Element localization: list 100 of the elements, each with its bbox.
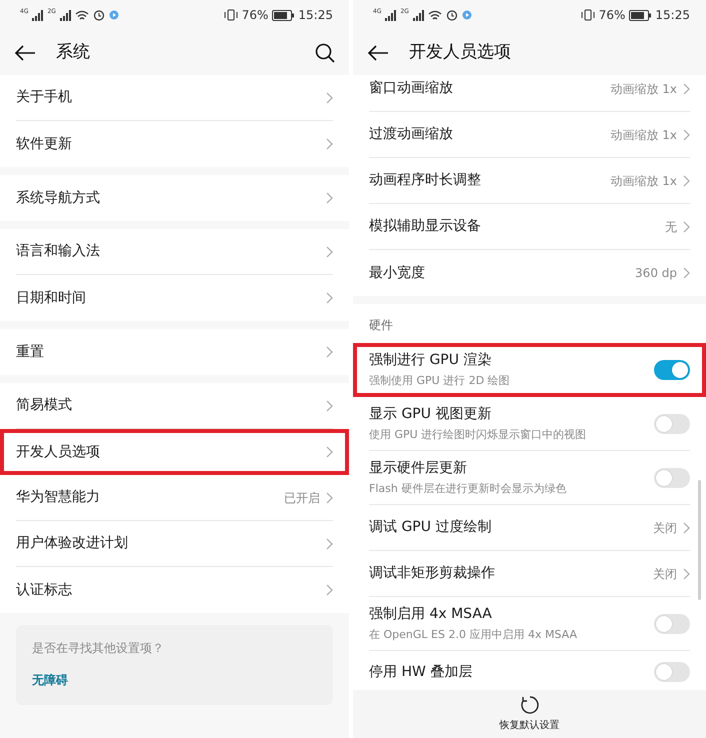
- settings-row[interactable]: 最小宽度 360 dp: [353, 250, 706, 296]
- settings-row[interactable]: 调试 GPU 过度绘制 关闭: [353, 505, 706, 551]
- toggle-switch[interactable]: [654, 468, 690, 488]
- settings-row[interactable]: 过渡动画缩放 动画缩放 1x: [353, 112, 706, 158]
- row-description: 强制使用 GPU 进行 2D 绘图: [369, 373, 510, 390]
- toggle-switch[interactable]: [654, 360, 690, 380]
- chevron-right-icon: [326, 246, 333, 258]
- clock-time: 15:25: [655, 7, 690, 24]
- row-label: 语言和输入法: [16, 242, 100, 261]
- row-description: Flash 硬件层在进行更新时会显示为绿色: [369, 480, 566, 497]
- chevron-right-icon: [683, 128, 690, 140]
- settings-row[interactable]: 调试非矩形剪裁操作 关闭: [353, 551, 706, 597]
- alarm-clock-icon: [446, 9, 458, 21]
- chevron-right-icon: [326, 346, 333, 358]
- chevron-right-icon: [326, 92, 333, 104]
- row-value: 动画缩放 1x: [610, 172, 677, 190]
- toggle-switch[interactable]: [654, 414, 690, 434]
- wifi-icon: [428, 10, 442, 20]
- chevron-right-icon: [326, 446, 333, 458]
- settings-row[interactable]: 系统导航方式: [0, 175, 349, 221]
- row-label: 显示 GPU 视图更新: [369, 404, 492, 424]
- row-label: 认证标志: [16, 580, 72, 600]
- chevron-right-icon: [326, 292, 333, 304]
- settings-row[interactable]: 语言和输入法: [0, 229, 349, 275]
- settings-row[interactable]: 窗口动画缩放 动画缩放 1x: [353, 75, 706, 112]
- settings-row[interactable]: 强制进行 GPU 渲染 强制使用 GPU 进行 2D 绘图: [353, 343, 706, 397]
- row-value: 动画缩放 1x: [610, 126, 677, 144]
- clock-time: 15:25: [298, 7, 333, 24]
- chevron-right-icon: [326, 192, 333, 204]
- row-label: 强制启用 4x MSAA: [369, 604, 493, 624]
- row-label: 窗口动画缩放: [369, 79, 453, 98]
- settings-row[interactable]: 模拟辅助显示设备 无: [353, 204, 706, 250]
- row-label: 过渡动画缩放: [369, 125, 453, 144]
- settings-row[interactable]: 停用 HW 叠加层: [353, 651, 706, 690]
- row-label: 停用 HW 叠加层: [369, 662, 472, 682]
- signal-icon: [412, 10, 424, 20]
- alarm-clock-icon: [92, 9, 105, 21]
- vibrate-icon: [224, 9, 238, 21]
- restore-defaults-button[interactable]: 恢复默认设置: [494, 693, 566, 735]
- page-title: 开发人员选项: [409, 40, 511, 64]
- row-value: 无: [665, 218, 677, 236]
- toggle-switch[interactable]: [654, 614, 690, 634]
- signal-icon: [32, 10, 44, 20]
- signal-icon: [60, 10, 71, 20]
- row-description: 使用 GPU 进行绘图时闪烁显示窗口中的视图: [369, 426, 586, 443]
- row-label: 系统导航方式: [16, 188, 100, 208]
- row-value: 已开启: [284, 490, 320, 506]
- settings-row[interactable]: 用户体验改进计划: [0, 521, 349, 567]
- row-label: 动画程序时长调整: [369, 171, 481, 190]
- chevron-right-icon: [683, 522, 690, 534]
- battery-icon: [629, 10, 652, 20]
- app-notification-icon: [108, 10, 119, 20]
- row-label: 强制进行 GPU 渲染: [369, 351, 492, 370]
- wifi-icon: [74, 10, 89, 20]
- row-label: 重置: [16, 342, 44, 362]
- back-arrow-icon[interactable]: [367, 44, 389, 60]
- chevron-right-icon: [326, 538, 333, 550]
- row-label: 软件更新: [16, 134, 72, 154]
- battery-percent: 76%: [242, 7, 268, 24]
- settings-row[interactable]: 认证标志: [0, 567, 349, 613]
- settings-row[interactable]: 动画程序时长调整 动画缩放 1x: [353, 158, 706, 204]
- settings-row[interactable]: 重置: [0, 329, 349, 375]
- chevron-right-icon: [683, 174, 690, 186]
- accessibility-link[interactable]: 无障碍: [32, 671, 68, 689]
- settings-row[interactable]: 华为智慧能力 已开启: [0, 475, 349, 521]
- settings-row[interactable]: 显示 GPU 视图更新 使用 GPU 进行绘图时闪烁显示窗口中的视图: [353, 397, 706, 451]
- suggestion-text: 是否在寻找其他设置项？: [32, 640, 165, 657]
- settings-row[interactable]: 日期和时间: [0, 275, 349, 321]
- row-label: 简易模式: [16, 396, 72, 415]
- row-label: 日期和时间: [16, 288, 86, 308]
- chevron-right-icon: [326, 138, 333, 150]
- row-label: 华为智慧能力: [16, 488, 100, 507]
- chevron-right-icon: [326, 400, 333, 412]
- settings-row[interactable]: 关于手机: [0, 75, 349, 121]
- back-arrow-icon[interactable]: [14, 44, 36, 60]
- row-value: 360 dp: [635, 265, 677, 282]
- chevron-right-icon: [683, 267, 690, 279]
- row-label: 调试 GPU 过度绘制: [369, 518, 492, 537]
- row-label: 调试非矩形剪裁操作: [369, 564, 495, 583]
- battery-icon: [272, 10, 294, 20]
- signal-icon: [385, 10, 396, 20]
- app-notification-icon: [462, 10, 472, 20]
- settings-row[interactable]: 简易模式: [0, 383, 349, 429]
- vibrate-icon: [580, 9, 595, 21]
- settings-row[interactable]: 软件更新: [0, 121, 349, 167]
- row-label: 模拟辅助显示设备: [369, 217, 481, 236]
- chevron-right-icon: [683, 220, 690, 232]
- settings-row[interactable]: 显示硬件层更新 Flash 硬件层在进行更新时会显示为绿色: [353, 451, 706, 505]
- row-label: 显示硬件层更新: [369, 458, 468, 478]
- search-icon[interactable]: [315, 42, 335, 62]
- settings-row[interactable]: 强制启用 4x MSAA 在 OpenGL ES 2.0 应用中启用 4x MSAA: [353, 597, 706, 651]
- row-label: 开发人员选项: [16, 442, 100, 462]
- row-value: 动画缩放 1x: [610, 80, 677, 98]
- row-label: 用户体验改进计划: [16, 534, 128, 553]
- chevron-right-icon: [683, 82, 690, 94]
- refresh-icon: [520, 695, 540, 715]
- page-title: 系统: [56, 40, 90, 64]
- settings-row[interactable]: 开发人员选项: [0, 429, 349, 475]
- chevron-right-icon: [326, 492, 333, 504]
- toggle-switch[interactable]: [654, 662, 690, 682]
